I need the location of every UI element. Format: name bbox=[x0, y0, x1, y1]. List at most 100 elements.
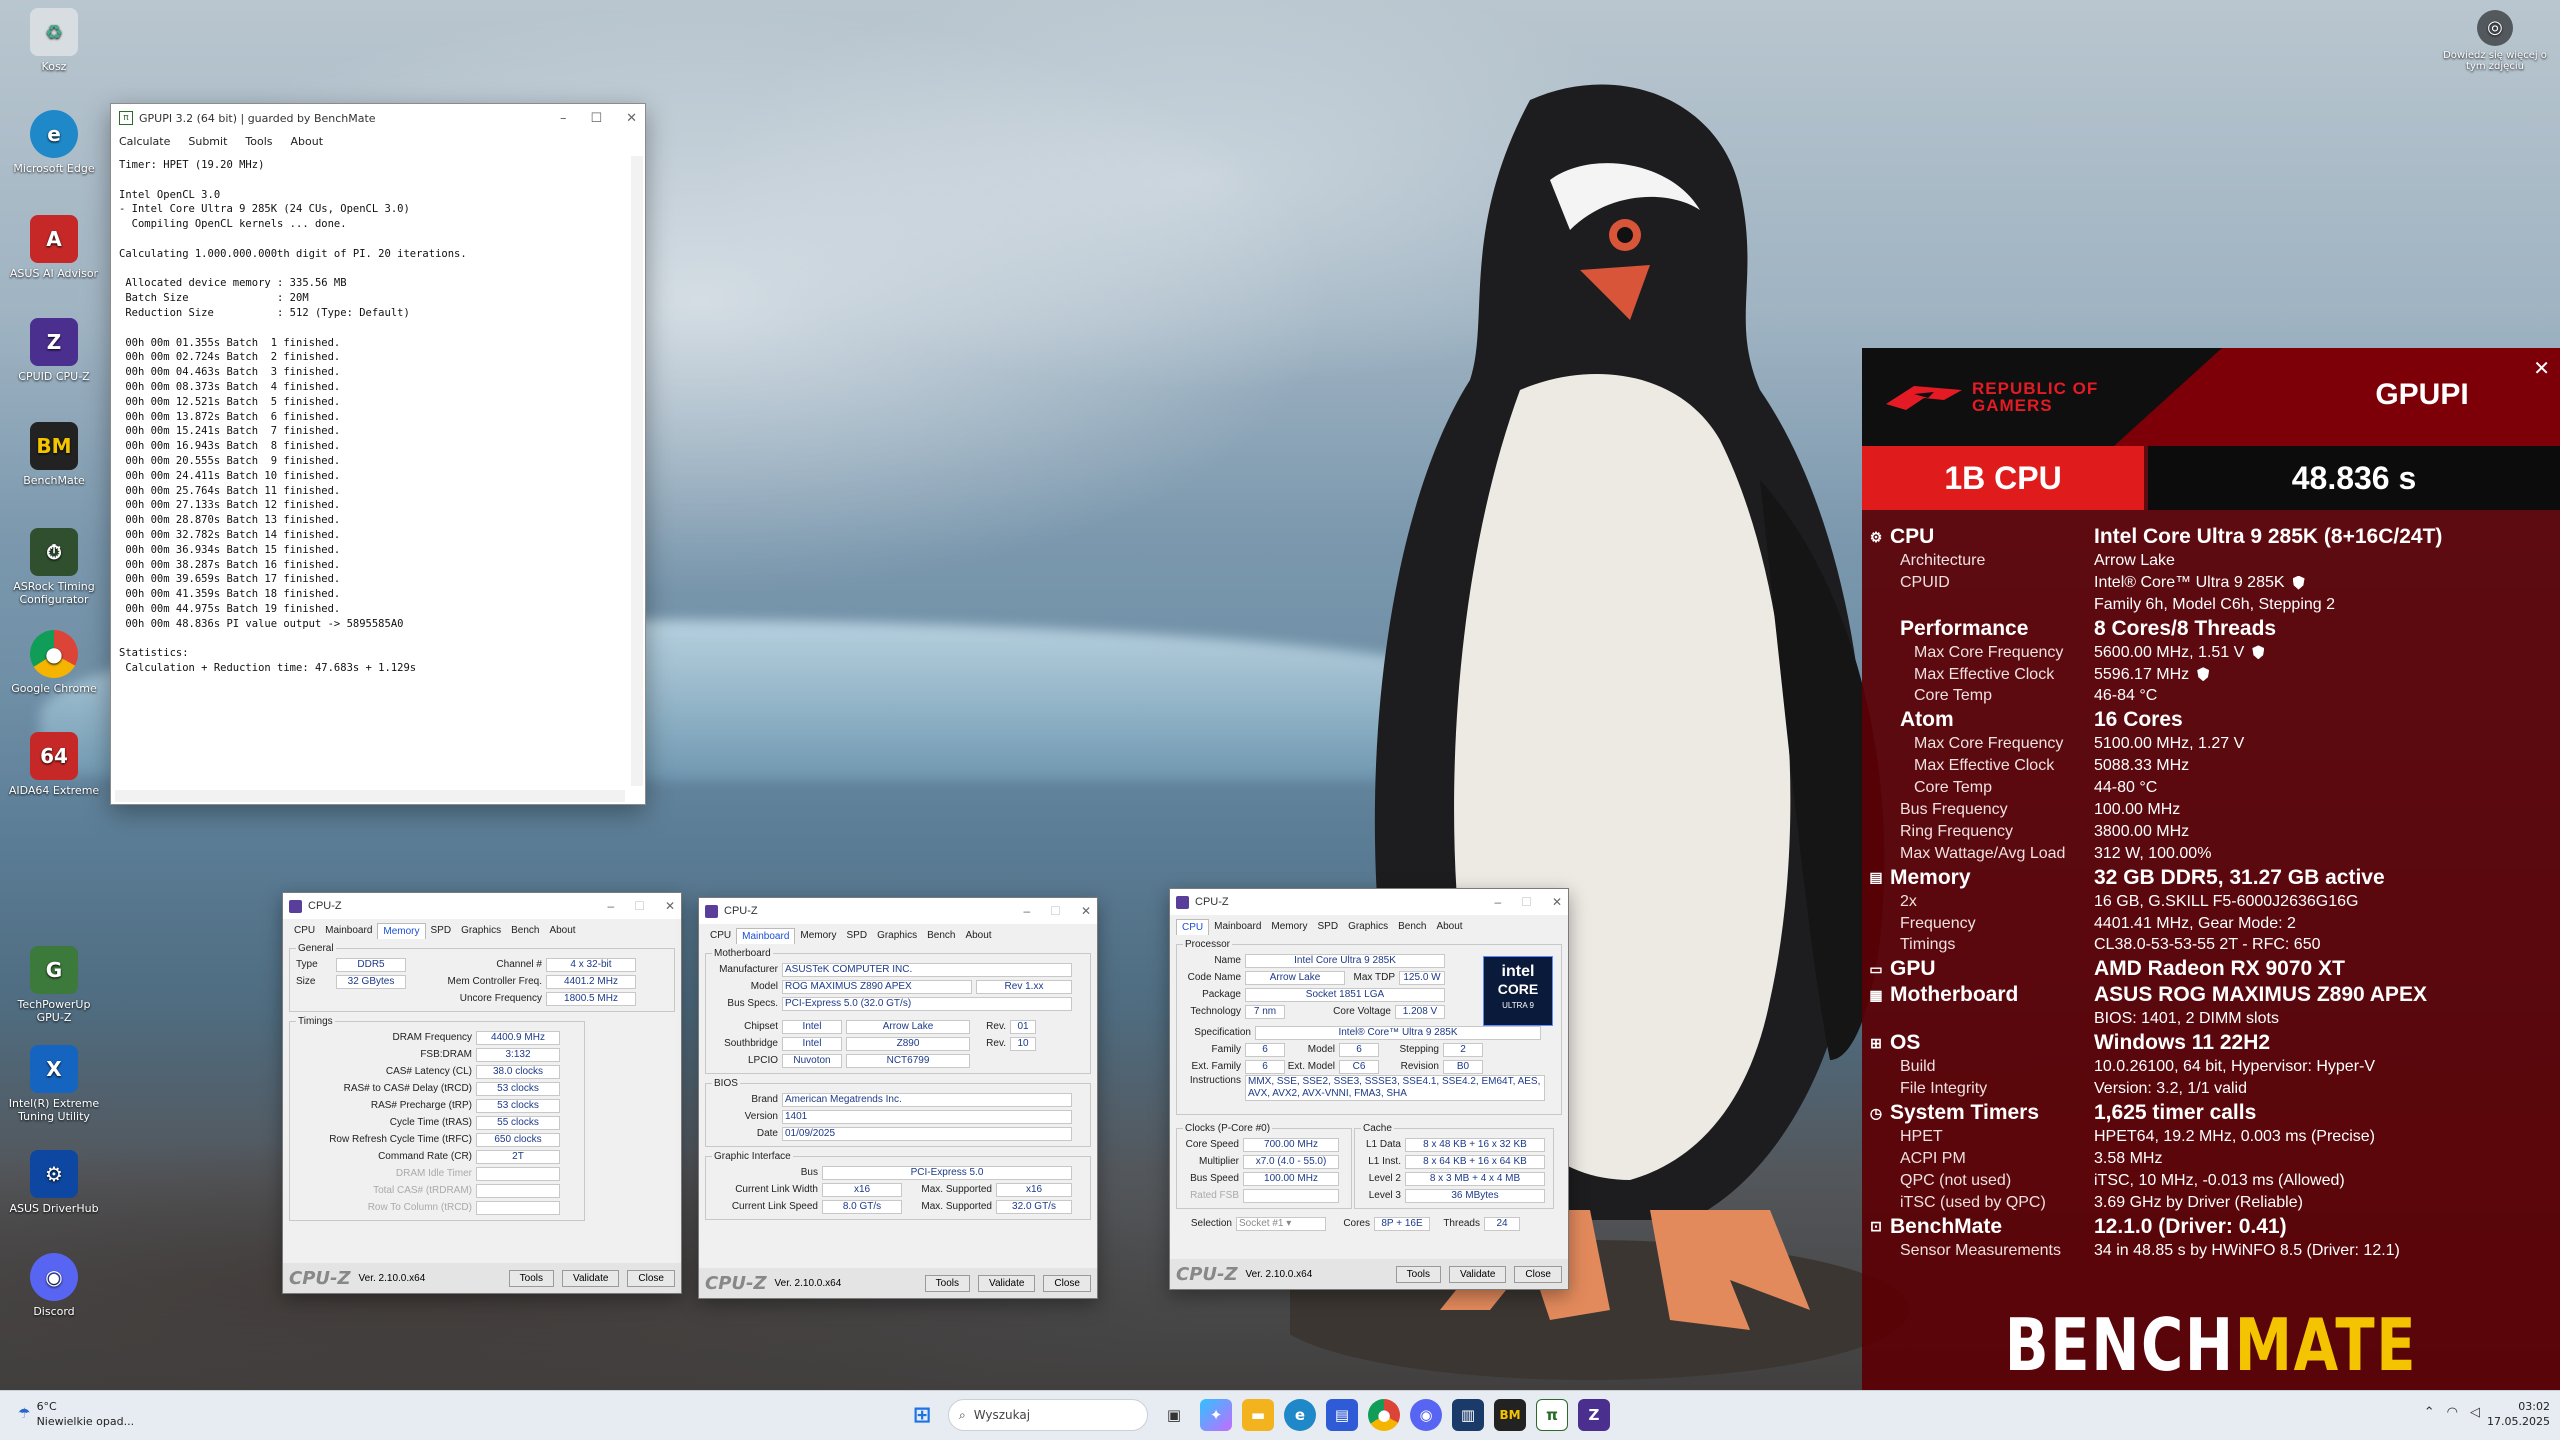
tools-button[interactable]: Tools bbox=[1395, 1265, 1442, 1283]
tab-spd[interactable]: SPD bbox=[842, 928, 873, 944]
tab-about[interactable]: About bbox=[960, 928, 996, 944]
volume-icon[interactable]: ◁ bbox=[2470, 1405, 2480, 1420]
validate-button[interactable]: Validate bbox=[1449, 1265, 1507, 1283]
desktop-icon-discord[interactable]: ◉ Discord bbox=[6, 1253, 102, 1318]
learn-about-picture-widget[interactable]: ◎ Dowiedz się więcej o tym zdjęciu bbox=[2440, 10, 2550, 72]
cpuz-cpu-titlebar[interactable]: CPU-Z – ☐ ✕ bbox=[1170, 889, 1568, 915]
tools-button[interactable]: Tools bbox=[924, 1274, 971, 1292]
minimize-icon[interactable]: – bbox=[1023, 904, 1030, 918]
fsb-dram-value: 3:132 bbox=[476, 1047, 560, 1062]
hwinfo-icon[interactable]: ▥ bbox=[1452, 1399, 1484, 1431]
minimize-icon[interactable]: – bbox=[607, 899, 614, 913]
close-button[interactable]: Close bbox=[627, 1269, 675, 1287]
dram-frequency-value: 4400.9 MHz bbox=[476, 1030, 560, 1045]
specification-value: Intel® Core™ Ultra 9 285K bbox=[1255, 1025, 1541, 1040]
cpuz-mainboard-footer: CPU-Z Ver. 2.10.0.x64 Tools Validate Clo… bbox=[699, 1268, 1097, 1298]
close-button[interactable]: Close bbox=[1043, 1274, 1091, 1292]
tab-graphics[interactable]: Graphics bbox=[872, 928, 922, 944]
close-icon[interactable]: ✕ bbox=[626, 111, 637, 126]
tab-mainboard[interactable]: Mainboard bbox=[1209, 919, 1266, 935]
gpupi-log-output[interactable]: Timer: HPET (19.20 MHz) Intel OpenCL 3.0… bbox=[115, 156, 631, 786]
desktop-icon-chrome[interactable]: ● Google Chrome bbox=[6, 630, 102, 695]
rog-header: REPUBLIC OF GAMERS GPUPI ✕ bbox=[1862, 348, 2560, 446]
maximize-icon[interactable]: ☐ bbox=[590, 111, 602, 126]
menu-calculate[interactable]: Calculate bbox=[119, 135, 170, 148]
store-icon[interactable]: ▤ bbox=[1326, 1399, 1358, 1431]
minimize-icon[interactable]: – bbox=[560, 111, 567, 126]
tab-about[interactable]: About bbox=[1431, 919, 1467, 935]
benchmate-icon[interactable]: BM bbox=[1494, 1399, 1526, 1431]
gpupi-titlebar[interactable]: π GPUPI 3.2 (64 bit) | guarded by BenchM… bbox=[111, 104, 645, 132]
menu-about[interactable]: About bbox=[291, 135, 324, 148]
chevron-up-icon[interactable]: ⌃ bbox=[2424, 1405, 2435, 1420]
tab-mainboard[interactable]: Mainboard bbox=[736, 928, 796, 944]
weather-widget[interactable]: ☂ 6°C Niewielkie opad... bbox=[18, 1399, 134, 1429]
menu-submit[interactable]: Submit bbox=[188, 135, 227, 148]
search-icon: ⌕ bbox=[959, 1407, 966, 1422]
tab-graphics[interactable]: Graphics bbox=[1343, 919, 1393, 935]
maximize-icon[interactable]: ☐ bbox=[1521, 895, 1532, 909]
tab-memory[interactable]: Memory bbox=[795, 928, 841, 944]
start-icon[interactable]: ⊞ bbox=[906, 1399, 938, 1431]
desktop-icon-xtu[interactable]: X Intel(R) Extreme Tuning Utility bbox=[6, 1045, 102, 1123]
desktop-icon-recycle-bin[interactable]: ♻ Kosz bbox=[6, 8, 102, 73]
tab-graphics[interactable]: Graphics bbox=[456, 923, 506, 939]
tab-memory[interactable]: Memory bbox=[377, 923, 426, 939]
desktop-icon-asrock[interactable]: ⏱ ASRock Timing Configurator bbox=[6, 528, 102, 606]
tab-cpu[interactable]: CPU bbox=[705, 928, 736, 944]
validate-button[interactable]: Validate bbox=[562, 1269, 620, 1287]
task-view-icon[interactable]: ▣ bbox=[1158, 1399, 1190, 1431]
validate-button[interactable]: Validate bbox=[978, 1274, 1036, 1292]
tools-button[interactable]: Tools bbox=[508, 1269, 555, 1287]
desktop-icon-aida64[interactable]: 64 AIDA64 Extreme bbox=[6, 732, 102, 797]
command-rate-value: 2T bbox=[476, 1149, 560, 1164]
desktop-icon-cpuz[interactable]: Z CPUID CPU-Z bbox=[6, 318, 102, 383]
wifi-icon[interactable]: ◠ bbox=[2447, 1405, 2458, 1420]
cpuz-icon[interactable]: Z bbox=[1578, 1399, 1610, 1431]
cpuz-memory-tabs: CPU Mainboard Memory SPD Graphics Bench … bbox=[283, 919, 681, 939]
clock[interactable]: 03:02 17.05.2025 bbox=[2487, 1399, 2550, 1429]
menu-tools[interactable]: Tools bbox=[245, 135, 272, 148]
gpupi-horizontal-scrollbar[interactable] bbox=[115, 790, 625, 802]
gpupi-app-icon: π bbox=[119, 111, 133, 125]
taskbar-search[interactable]: ⌕ Wyszukaj bbox=[948, 1399, 1148, 1431]
minimize-icon[interactable]: – bbox=[1494, 895, 1501, 909]
close-icon[interactable]: ✕ bbox=[665, 899, 675, 913]
cpuz-memory-footer: CPU-Z Ver. 2.10.0.x64 Tools Validate Clo… bbox=[283, 1263, 681, 1293]
tab-bench[interactable]: Bench bbox=[922, 928, 960, 944]
desktop-icon-benchmate[interactable]: BM BenchMate bbox=[6, 422, 102, 487]
gpupi-icon[interactable]: π bbox=[1536, 1399, 1568, 1431]
close-button[interactable]: Close bbox=[1514, 1265, 1562, 1283]
copilot-icon[interactable]: ✦ bbox=[1200, 1399, 1232, 1431]
tab-memory[interactable]: Memory bbox=[1266, 919, 1312, 935]
tab-mainboard[interactable]: Mainboard bbox=[320, 923, 377, 939]
chrome-icon[interactable]: ● bbox=[1368, 1399, 1400, 1431]
file-explorer-icon[interactable]: ▬ bbox=[1242, 1399, 1274, 1431]
tab-cpu[interactable]: CPU bbox=[289, 923, 320, 939]
desktop-icon-asus-ai-advisor[interactable]: A ASUS AI Advisor bbox=[6, 215, 102, 280]
close-icon[interactable]: ✕ bbox=[1081, 904, 1091, 918]
edge-icon[interactable]: e bbox=[1284, 1399, 1316, 1431]
tab-spd[interactable]: SPD bbox=[426, 923, 457, 939]
tab-bench[interactable]: Bench bbox=[506, 923, 544, 939]
maximize-icon[interactable]: ☐ bbox=[1050, 904, 1061, 918]
desktop-icon-edge[interactable]: e Microsoft Edge bbox=[6, 110, 102, 175]
cpuz-icon: Z bbox=[30, 318, 78, 366]
desktop-icon-driverhub[interactable]: ⚙ ASUS DriverHub bbox=[6, 1150, 102, 1215]
cpuz-memory-titlebar[interactable]: CPU-Z – ☐ ✕ bbox=[283, 893, 681, 919]
desktop-icon-gpuz[interactable]: G TechPowerUp GPU-Z bbox=[6, 946, 102, 1024]
tab-spd[interactable]: SPD bbox=[1313, 919, 1344, 935]
rog-brand-text: REPUBLIC OF GAMERS bbox=[1972, 379, 2099, 415]
discord-icon[interactable]: ◉ bbox=[1410, 1399, 1442, 1431]
l1-inst-value: 8 x 64 KB + 16 x 64 KB bbox=[1405, 1154, 1545, 1169]
tab-about[interactable]: About bbox=[544, 923, 580, 939]
maximize-icon[interactable]: ☐ bbox=[634, 899, 645, 913]
tab-bench[interactable]: Bench bbox=[1393, 919, 1431, 935]
gpupi-vertical-scrollbar[interactable] bbox=[631, 156, 643, 786]
benchmark-name: GPUPI bbox=[2375, 378, 2469, 411]
tab-cpu[interactable]: CPU bbox=[1176, 919, 1210, 935]
close-icon[interactable]: ✕ bbox=[1552, 895, 1562, 909]
close-icon[interactable]: ✕ bbox=[2533, 356, 2550, 381]
socket-selection-dropdown[interactable]: Socket #1 ▾ bbox=[1236, 1216, 1326, 1231]
cpuz-mainboard-titlebar[interactable]: CPU-Z – ☐ ✕ bbox=[699, 898, 1097, 924]
